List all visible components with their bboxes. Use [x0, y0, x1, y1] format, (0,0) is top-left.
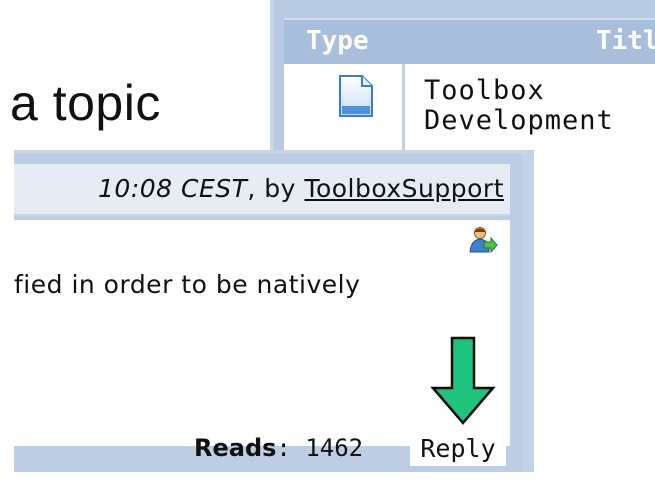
down-arrow-icon	[430, 336, 496, 425]
table-row[interactable]: Toolbox Development	[284, 64, 655, 150]
document-icon	[339, 75, 373, 117]
topic-table: Type Title Toolbox Development	[270, 0, 655, 150]
slide-text: a topic	[10, 75, 161, 131]
post-footer: Reads: 1462 Reply	[14, 420, 520, 470]
author-link[interactable]: ToolboxSupport	[304, 174, 504, 203]
column-header-type[interactable]: Type	[306, 26, 369, 56]
post-time: 10:08 CEST	[98, 174, 248, 203]
user-reply-icon[interactable]	[468, 226, 498, 254]
post-meta: 10:08 CEST, by ToolboxSupport	[98, 174, 504, 203]
cell-divider	[402, 64, 405, 150]
reads-count: Reads: 1462	[194, 434, 363, 462]
column-header-title[interactable]: Title	[596, 26, 655, 56]
topic-title-link[interactable]: Toolbox Development	[424, 76, 655, 136]
post-header: 10:08 CEST, by ToolboxSupport	[14, 164, 510, 216]
reads-label: Reads	[194, 434, 277, 462]
reply-button[interactable]: Reply	[410, 430, 506, 466]
post-text: fied in order to be natively	[14, 270, 361, 299]
reads-value: : 1462	[276, 434, 364, 462]
post-by-label: , by	[247, 174, 305, 203]
table-header: Type Title	[284, 18, 655, 64]
